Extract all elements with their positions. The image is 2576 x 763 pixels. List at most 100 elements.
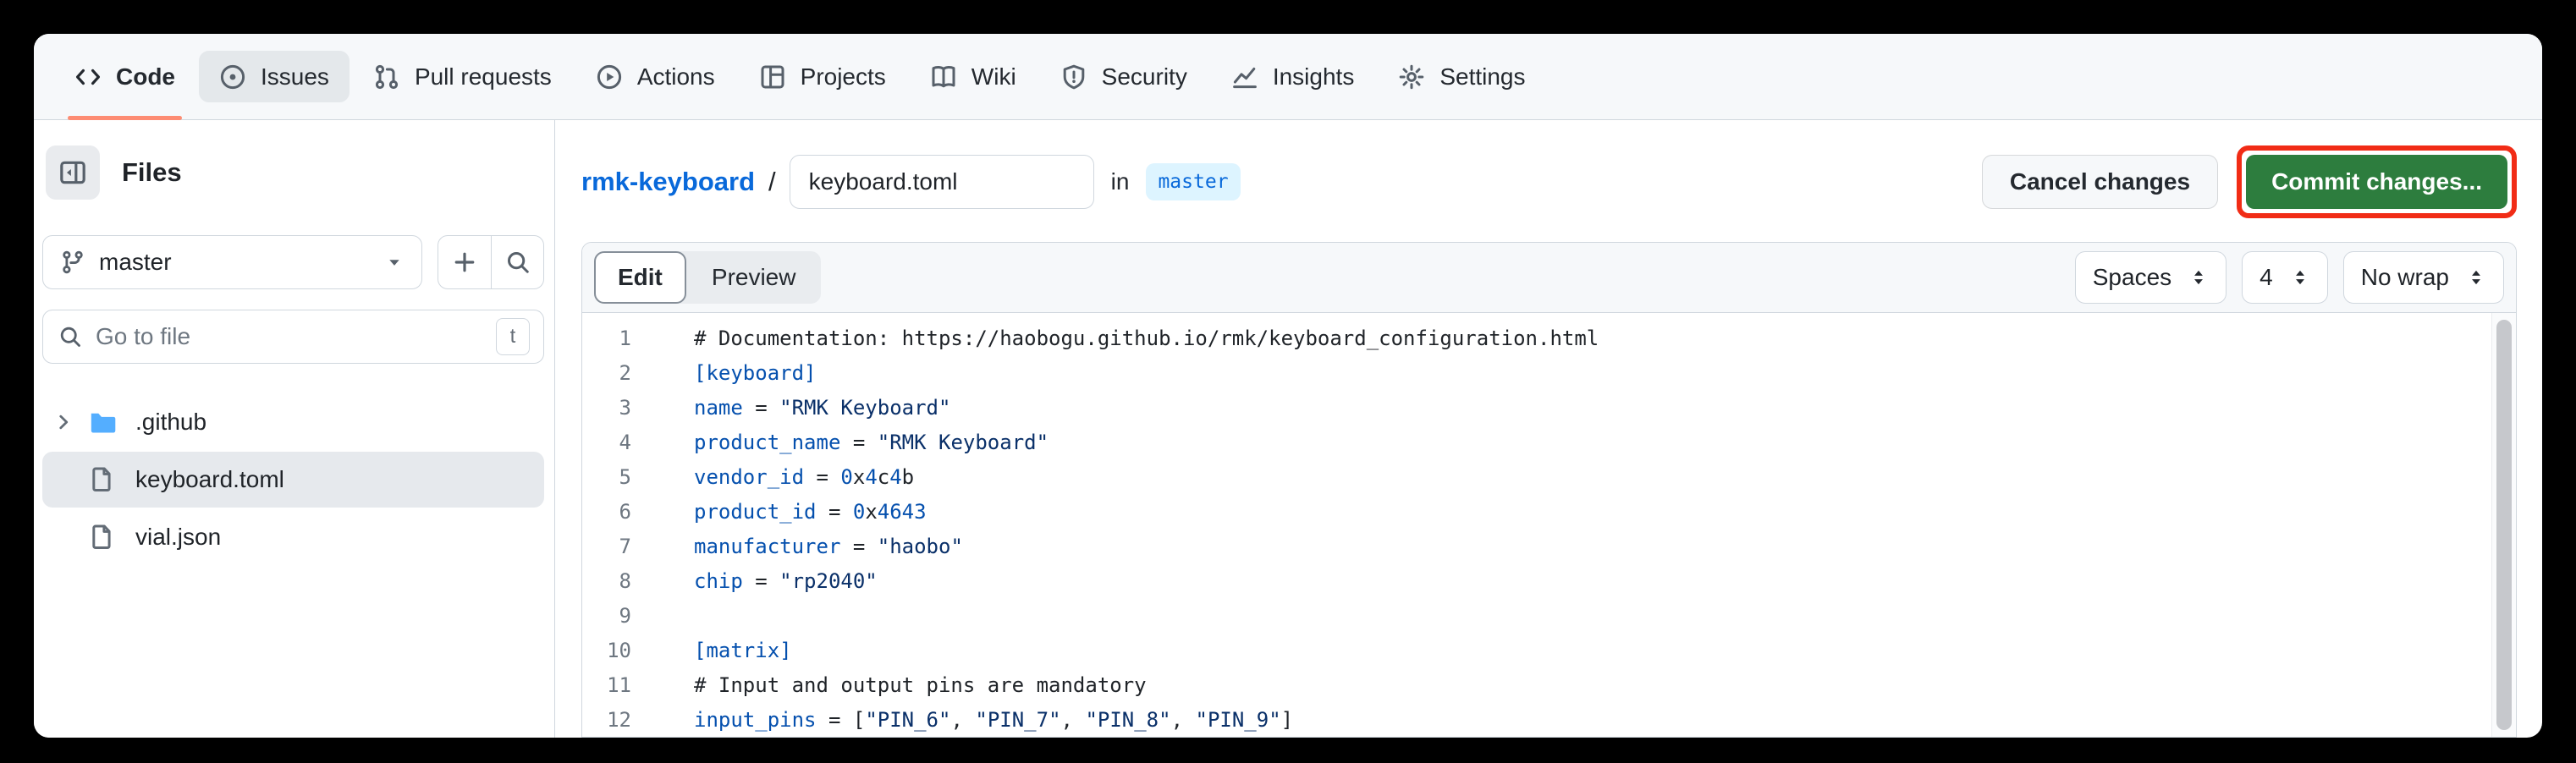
file-tree: .github keyboard.toml vial.json — [42, 394, 544, 565]
file-icon — [88, 523, 124, 552]
tree-item-label: keyboard.toml — [135, 466, 284, 493]
nav-tab-issues[interactable]: Issues — [197, 34, 351, 119]
go-to-file-box: t — [42, 310, 544, 364]
line-content: chip = "rp2040" — [657, 564, 878, 599]
tab-edit[interactable]: Edit — [594, 251, 686, 304]
line-content: # Documentation: https://haobogu.github.… — [657, 321, 1599, 356]
updown-arrows-icon — [2466, 266, 2486, 289]
indent-mode-value: Spaces — [2093, 264, 2171, 291]
nav-tab-label: Insights — [1273, 63, 1355, 91]
nav-tab-label: Code — [116, 63, 175, 91]
code-area[interactable]: 1# Documentation: https://haobogu.github… — [582, 313, 2516, 737]
code-editor-panel: Edit Preview Spaces 4 No wrap — [581, 242, 2517, 738]
plus-icon — [452, 250, 477, 275]
nav-tab-pull-requests[interactable]: Pull requests — [351, 34, 574, 119]
nav-tab-wiki[interactable]: Wiki — [908, 34, 1038, 119]
repo-link[interactable]: rmk-keyboard — [581, 167, 755, 197]
line-number: 11 — [582, 668, 657, 703]
code-line: 3name = "RMK Keyboard" — [582, 391, 2516, 425]
files-sidebar: Files master — [34, 120, 555, 738]
nav-tab-label: Projects — [801, 63, 886, 91]
line-number: 10 — [582, 634, 657, 668]
tab-preview[interactable]: Preview — [686, 251, 822, 304]
nav-tab-insights[interactable]: Insights — [1209, 34, 1377, 119]
wrap-mode-value: No wrap — [2361, 264, 2449, 291]
line-content: product_name = "RMK Keyboard" — [657, 425, 1049, 460]
git-branch-icon — [60, 250, 85, 275]
search-tree-button[interactable] — [491, 236, 543, 288]
tree-item-github[interactable]: .github — [42, 394, 544, 450]
nav-tab-projects[interactable]: Projects — [737, 34, 908, 119]
line-content: [matrix] — [657, 634, 792, 668]
edit-preview-tabs: Edit Preview — [594, 251, 821, 304]
line-number: 8 — [582, 564, 657, 599]
branch-badge: master — [1146, 163, 1240, 200]
breadcrumb: rmk-keyboard / in master Cancel changes … — [581, 145, 2517, 218]
nav-tab-code[interactable]: Code — [52, 34, 197, 119]
search-icon — [505, 250, 531, 275]
line-number: 3 — [582, 391, 657, 425]
indent-size-select[interactable]: 4 — [2242, 251, 2328, 304]
line-content: product_id = 0x4643 — [657, 495, 927, 530]
github-editor-page: Code Issues Pull requests Actions Projects Wi… — [34, 34, 2542, 738]
code-line: 8chip = "rp2040" — [582, 564, 2516, 599]
code-line: 12input_pins = ["PIN_6", "PIN_7", "PIN_8… — [582, 703, 2516, 737]
line-content — [657, 599, 694, 634]
line-number: 7 — [582, 530, 657, 564]
branch-row: master — [42, 235, 544, 289]
shortcut-key-badge: t — [496, 318, 530, 355]
line-number: 12 — [582, 703, 657, 737]
add-file-button[interactable] — [438, 236, 491, 288]
code-icon — [74, 63, 102, 91]
insights-icon — [1231, 63, 1258, 91]
line-number: 2 — [582, 356, 657, 391]
actions-icon — [596, 63, 623, 91]
sidebar-collapse-icon — [58, 158, 87, 187]
indent-mode-select[interactable]: Spaces — [2075, 251, 2226, 304]
nav-tab-label: Security — [1102, 63, 1187, 91]
line-content: vendor_id = 0x4c4b — [657, 460, 914, 495]
tree-item-vial-json[interactable]: vial.json — [42, 509, 544, 565]
nav-tab-settings[interactable]: Settings — [1376, 34, 1547, 119]
code-line: 6product_id = 0x4643 — [582, 495, 2516, 530]
tree-item-label: vial.json — [135, 524, 221, 551]
file-name-input[interactable] — [790, 155, 1094, 209]
pr-icon — [373, 63, 400, 91]
nav-tab-label: Issues — [261, 63, 329, 91]
wrap-mode-select[interactable]: No wrap — [2343, 251, 2504, 304]
go-to-file-input[interactable] — [96, 323, 482, 350]
line-number: 1 — [582, 321, 657, 356]
line-content: input_pins = ["PIN_6", "PIN_7", "PIN_8",… — [657, 703, 1293, 737]
nav-tab-label: Settings — [1439, 63, 1525, 91]
line-number: 4 — [582, 425, 657, 460]
files-header: Files — [46, 145, 544, 200]
nav-tab-label: Actions — [637, 63, 715, 91]
settings-icon — [1398, 63, 1425, 91]
page-body: Files master — [34, 120, 2542, 738]
code-line: 9 — [582, 599, 2516, 634]
tree-item-keyboard-toml[interactable]: keyboard.toml — [42, 452, 544, 508]
projects-icon — [759, 63, 786, 91]
code-line: 5vendor_id = 0x4c4b — [582, 460, 2516, 495]
breadcrumb-separator: / — [768, 167, 776, 197]
code-line: 11# Input and output pins are mandatory — [582, 668, 2516, 703]
code-line: 10[matrix] — [582, 634, 2516, 668]
editor-settings: Spaces 4 No wrap — [2075, 251, 2504, 304]
issue-icon — [219, 63, 246, 91]
nav-tab-label: Pull requests — [415, 63, 552, 91]
files-title: Files — [122, 157, 182, 188]
security-icon — [1060, 63, 1087, 91]
commit-changes-button[interactable]: Commit changes... — [2246, 155, 2507, 209]
scrollbar-thumb[interactable] — [2496, 320, 2512, 730]
branch-selector[interactable]: master — [42, 235, 422, 289]
code-line: 4product_name = "RMK Keyboard" — [582, 425, 2516, 460]
code-line: 1# Documentation: https://haobogu.github… — [582, 321, 2516, 356]
cancel-changes-button[interactable]: Cancel changes — [1982, 155, 2218, 209]
collapse-sidebar-button[interactable] — [46, 145, 100, 200]
line-content: name = "RMK Keyboard" — [657, 391, 950, 425]
repo-nav: Code Issues Pull requests Actions Projects Wi… — [34, 34, 2542, 120]
nav-tab-security[interactable]: Security — [1038, 34, 1209, 119]
line-content: # Input and output pins are mandatory — [657, 668, 1147, 703]
code-line: 2[keyboard] — [582, 356, 2516, 391]
nav-tab-actions[interactable]: Actions — [574, 34, 737, 119]
